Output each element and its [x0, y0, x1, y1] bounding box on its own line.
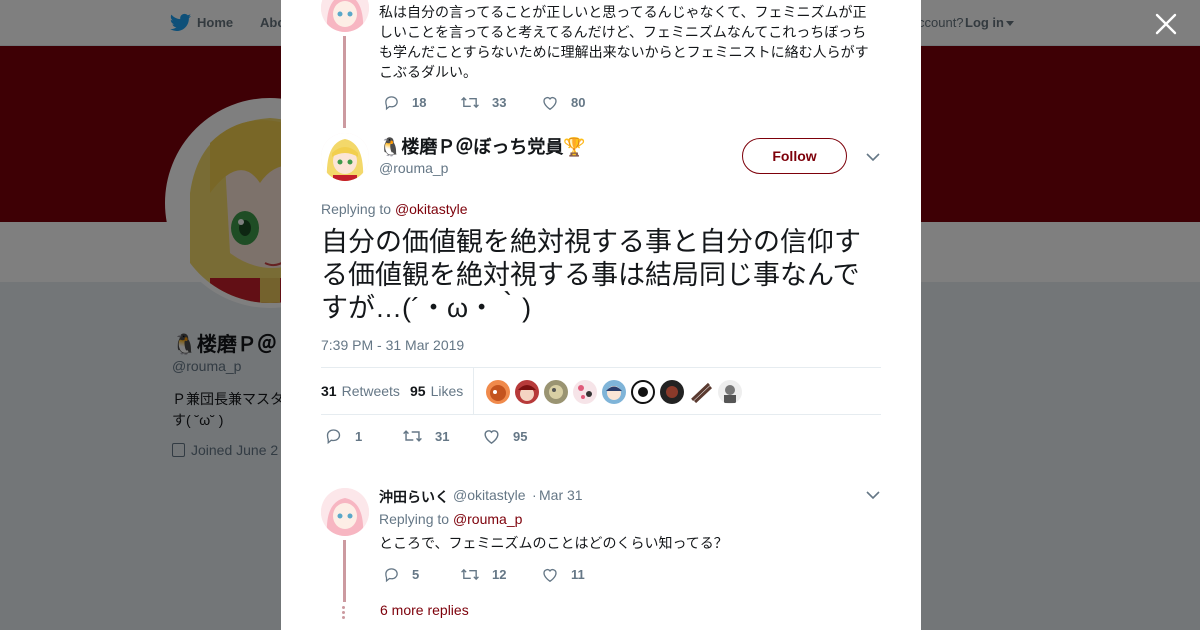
retweet-icon — [403, 430, 422, 442]
retweets-stat-label: Retweets — [341, 383, 400, 399]
thread-connector-line — [343, 36, 346, 128]
reply-action[interactable]: 1 — [324, 426, 362, 446]
liker-avatar[interactable] — [660, 380, 684, 404]
retweets-stat[interactable]: 31 Retweets — [321, 383, 400, 399]
replying-prefix: Replying to — [321, 201, 392, 217]
retweet-icon — [461, 568, 479, 580]
like-count: 95 — [513, 428, 528, 444]
blonde-hair-avatar-image — [321, 133, 369, 181]
liker-avatar-image — [638, 387, 648, 397]
liker-avatar-image — [690, 382, 713, 404]
reply-date[interactable]: Mar 31 — [539, 487, 583, 503]
retweet-action[interactable]: 12 — [460, 564, 506, 584]
liker-avatar[interactable] — [573, 380, 597, 404]
liker-avatar-image — [578, 385, 592, 399]
chevron-down-icon[interactable] — [866, 490, 880, 500]
liker-avatar[interactable] — [689, 380, 713, 404]
separator-dot: · — [532, 487, 537, 503]
liker-avatar-image — [606, 386, 622, 400]
retweet-count: 31 — [435, 428, 450, 444]
liker-avatar-image — [518, 385, 536, 401]
like-count: 11 — [571, 566, 585, 582]
reply-icon — [385, 95, 398, 110]
liker-avatar-image — [490, 385, 506, 401]
main-tweet-text: 自分の価値観を絶対視する事と自分の信仰する価値観を絶対視する事は結局同じ事なんで… — [321, 227, 861, 323]
reply-tweet-text: ところで、フェミニズムのことはどのくらい知ってる？ — [379, 535, 728, 551]
retweet-action[interactable]: 31 — [402, 426, 449, 446]
replying-to-link[interactable]: @okitastyle — [395, 201, 468, 217]
main-tweet-avatar[interactable] — [321, 133, 369, 181]
thread-dots — [342, 606, 345, 620]
liker-avatar-image — [549, 385, 563, 399]
retweet-count: 33 — [492, 94, 507, 110]
reply-tweet-avatar[interactable] — [321, 488, 369, 536]
retweets-stat-count: 31 — [321, 383, 337, 399]
liker-avatar[interactable] — [718, 380, 742, 404]
liker-avatar[interactable] — [486, 380, 510, 404]
reply-author-name[interactable]: 沖田らいく — [379, 487, 449, 507]
likes-stat-label: Likes — [430, 383, 464, 399]
replying-prefix: Replying to — [379, 511, 450, 527]
reply-icon — [326, 429, 341, 445]
reply-count: 1 — [355, 428, 363, 444]
like-action[interactable]: 80 — [541, 92, 585, 112]
liker-avatar-image — [666, 386, 678, 398]
author-name[interactable]: 🐧楼磨Ｐ＠ぼっち党員🏆 — [379, 133, 586, 159]
follow-button[interactable]: Follow — [742, 138, 847, 174]
heart-icon — [484, 430, 499, 444]
tweet-stats: 31 Retweets 95 Likes — [321, 367, 881, 415]
liker-avatar[interactable] — [544, 380, 568, 404]
like-action[interactable]: 95 — [482, 426, 527, 446]
liker-avatar[interactable] — [515, 380, 539, 404]
likes-stat-count: 95 — [410, 383, 426, 399]
reply-icon — [385, 567, 398, 582]
reply-count: 18 — [412, 94, 427, 110]
thread-connector-line — [343, 540, 346, 602]
more-replies-link[interactable]: 6 more replies — [380, 602, 469, 618]
author-handle[interactable]: @rouma_p — [379, 160, 448, 176]
reply-author-handle[interactable]: @okitastyle — [453, 487, 526, 503]
chevron-down-icon[interactable] — [866, 152, 880, 162]
retweet-action[interactable]: 33 — [460, 92, 506, 112]
like-action[interactable]: 11 — [541, 564, 585, 584]
liker-avatar[interactable] — [631, 380, 655, 404]
retweet-count: 12 — [492, 566, 507, 582]
heart-icon — [543, 568, 557, 582]
close-icon[interactable] — [1154, 12, 1178, 36]
retweet-icon — [461, 96, 479, 108]
parent-tweet-text: 私は自分の言ってることが正しいと思ってるんじゃなくて、フェミニズムが正しいことを… — [379, 4, 869, 80]
replying-to-line: Replying to @rouma_p — [379, 511, 522, 527]
pink-hair-avatar-image — [321, 488, 369, 536]
liker-avatar-image — [724, 385, 736, 403]
parent-tweet-avatar[interactable] — [321, 0, 369, 32]
reply-count: 5 — [412, 566, 420, 582]
heart-icon — [543, 96, 557, 110]
reply-action[interactable]: 18 — [383, 92, 426, 112]
replying-to-link[interactable]: @rouma_p — [453, 511, 522, 527]
reply-action[interactable]: 5 — [383, 564, 419, 584]
tweet-timestamp[interactable]: 7:39 PM - 31 Mar 2019 — [321, 337, 464, 353]
stats-divider — [473, 368, 474, 414]
like-count: 80 — [571, 94, 586, 110]
replying-to-line: Replying to @okitastyle — [321, 201, 468, 217]
pink-hair-avatar-image — [321, 0, 369, 32]
tweet-permalink-modal: 私は自分の言ってることが正しいと思ってるんじゃなくて、フェミニズムが正しいことを… — [281, 0, 921, 630]
likes-stat[interactable]: 95 Likes — [410, 383, 463, 399]
liker-avatar[interactable] — [602, 380, 626, 404]
